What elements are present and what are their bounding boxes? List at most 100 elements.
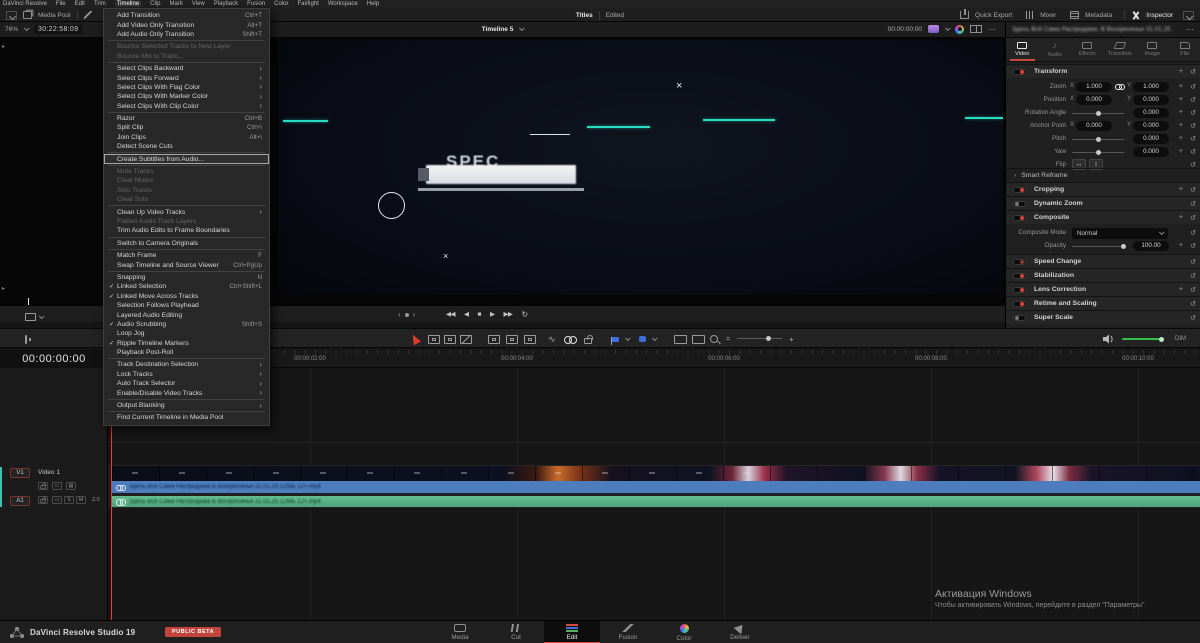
menu-item[interactable]: ✓ Swap Timeline and Source Viewer Ctrl+P… xyxy=(104,260,269,269)
menubar-item[interactable]: Mark xyxy=(170,1,183,7)
trim-edit-mode-button[interactable] xyxy=(428,333,440,345)
menu-item[interactable]: ✓ Select Clips With Flag Color › xyxy=(104,83,269,92)
layout-chevron-icon[interactable] xyxy=(1183,10,1194,20)
page-tab[interactable]: Deliver xyxy=(712,621,768,643)
anchor-x-field[interactable]: 0.000 xyxy=(1076,120,1112,131)
reset-icon[interactable]: ↺ xyxy=(1190,109,1196,117)
reset-icon[interactable]: ↺ xyxy=(1190,272,1196,280)
zoom-plus-button[interactable]: + xyxy=(789,333,794,345)
flag-color-chevron[interactable] xyxy=(624,333,631,345)
menu-item[interactable]: ✓ Add Video Only Transition Alt+T › xyxy=(104,20,269,29)
loop-button[interactable]: ↻ xyxy=(521,306,528,323)
reset-icon[interactable]: ↺ xyxy=(1190,242,1196,250)
page-tab[interactable]: Fusion xyxy=(600,621,656,643)
edge-toggle-icon[interactable]: ▸ xyxy=(2,44,5,50)
inspector-section[interactable]: Cropping + ↺ xyxy=(1006,182,1200,196)
menu-item[interactable]: ✓ Flatten Audio Track Layers › xyxy=(104,217,269,226)
slider-knob[interactable] xyxy=(1096,150,1101,155)
page-tab[interactable]: Color xyxy=(656,621,712,643)
position-lock-button[interactable] xyxy=(584,333,593,345)
menu-item[interactable]: ✓ Select Clips Forward › xyxy=(104,73,269,82)
menubar-item[interactable]: View xyxy=(192,1,205,7)
section-toggle[interactable] xyxy=(1013,186,1026,193)
linked-selection-button[interactable] xyxy=(564,333,577,345)
menu-item[interactable]: ✓ Lock Tracks › xyxy=(104,370,269,379)
menu-item[interactable]: ✓ Select Clips With Clip Color › xyxy=(104,102,269,111)
titles-tab[interactable]: Titles xyxy=(576,12,593,19)
keyframe-button[interactable]: + xyxy=(1179,122,1183,129)
menu-item[interactable]: ✓ Select Clips Backward › xyxy=(104,64,269,73)
video-clip[interactable]: Здесь Всё Сама Распродажа В Воскресенье … xyxy=(112,481,1200,493)
tab-image[interactable]: Image xyxy=(1136,38,1169,61)
monitor-volume-button[interactable] xyxy=(1102,333,1114,345)
keyframe-button[interactable]: + xyxy=(1179,83,1183,90)
v1-auto-select-button[interactable]: ▭ xyxy=(52,482,62,490)
selection-tool-button[interactable] xyxy=(409,332,421,346)
keyframe-button[interactable]: + xyxy=(1179,68,1183,75)
zoom-minus-button[interactable]: = xyxy=(726,333,730,345)
anchor-y-field[interactable]: 0.000 xyxy=(1133,120,1169,131)
menu-item[interactable]: ✓ Find Current Timeline in Media Pool › xyxy=(104,413,269,422)
clip-source-icon[interactable] xyxy=(928,25,939,33)
menubar-item[interactable]: Workspace xyxy=(328,1,358,7)
a1-destination-button[interactable]: A1 xyxy=(10,496,30,506)
section-toggle[interactable] xyxy=(1013,272,1026,279)
mixer-button[interactable]: Mixer xyxy=(1040,12,1056,19)
menubar-item[interactable]: File xyxy=(56,1,66,7)
gutter-slider-handle[interactable] xyxy=(28,298,29,305)
rotation-slider[interactable] xyxy=(1072,111,1124,116)
menubar-item[interactable]: Timeline xyxy=(114,1,142,7)
reset-icon[interactable]: ↺ xyxy=(1190,148,1196,156)
menubar-item[interactable]: Playback xyxy=(214,1,238,7)
go-to-start-button[interactable]: ◀◀ xyxy=(446,306,456,323)
a1-auto-select-button[interactable]: ▭ xyxy=(52,496,62,504)
menu-item[interactable]: ✓ Create Subtitles from Audio... › xyxy=(104,154,269,164)
reset-icon[interactable]: ↺ xyxy=(1190,314,1196,322)
menu-item[interactable]: ✓ Select Clips With Marker Color › xyxy=(104,92,269,101)
inspector-section[interactable]: Super Scale + ↺ xyxy=(1006,310,1200,324)
opacity-slider[interactable] xyxy=(1072,244,1126,249)
menu-item[interactable]: ✓ Selection Follows Playhead › xyxy=(104,301,269,310)
rotation-field[interactable]: 0.000 xyxy=(1133,107,1169,118)
menu-item[interactable]: ✓ Clear Mutes › xyxy=(104,176,269,185)
zoom-y-field[interactable]: 1.000 xyxy=(1133,81,1169,92)
menubar-item[interactable]: Color xyxy=(274,1,288,7)
media-pool-button[interactable]: Media Pool xyxy=(38,12,71,19)
menu-item[interactable]: ✓ Bounce Mix to Track... › xyxy=(104,52,269,61)
slider-knob[interactable] xyxy=(1159,336,1164,342)
menu-item[interactable]: ✓ Enable/Disable Video Tracks › xyxy=(104,388,269,397)
menubar-item[interactable]: Edit xyxy=(75,1,85,7)
tab-audio[interactable]: ♪ Audio xyxy=(1039,38,1072,61)
menu-item[interactable]: ✓ Trim Audio Edits to Frame Boundaries › xyxy=(104,226,269,235)
inspector-section[interactable]: Lens Correction + ↺ xyxy=(1006,282,1200,296)
section-toggle[interactable] xyxy=(1013,200,1026,207)
menubar-item[interactable]: DaVinci Resolve xyxy=(3,1,47,7)
menubar-item[interactable]: Fusion xyxy=(247,1,265,7)
play-button[interactable]: ▶ xyxy=(490,306,495,323)
reset-icon[interactable]: ↺ xyxy=(1190,96,1196,104)
slider-knob[interactable] xyxy=(1096,111,1101,116)
menu-item[interactable]: ✓ Mute Tracks › xyxy=(104,167,269,176)
reset-icon[interactable]: ↺ xyxy=(1190,186,1196,194)
menu-item[interactable]: ✓ Output Blanking › xyxy=(104,401,269,410)
slider-knob[interactable] xyxy=(1121,244,1126,249)
a1-lock-button[interactable] xyxy=(38,496,48,504)
page-tab[interactable]: Cut xyxy=(488,621,544,643)
smart-reframe-section[interactable]: › Smart Reframe xyxy=(1006,168,1200,181)
keyframe-button[interactable]: + xyxy=(1179,214,1183,221)
menubar-item[interactable]: Trim xyxy=(94,1,106,7)
v1-enable-button[interactable]: ▤ xyxy=(66,482,76,490)
menu-item[interactable]: ✓ Audio Scrubbing Shift+S › xyxy=(104,320,269,329)
link-xy-icon[interactable] xyxy=(1115,83,1125,90)
go-to-end-button[interactable]: ▶▶ xyxy=(503,306,513,323)
edited-tab[interactable]: Edited xyxy=(606,12,624,19)
viewer-zoom-select[interactable]: 76% xyxy=(5,26,18,33)
tab-effects[interactable]: Effects xyxy=(1071,38,1104,61)
tab-video[interactable]: Video xyxy=(1006,38,1039,61)
reset-icon[interactable]: ↺ xyxy=(1190,122,1196,130)
menu-item[interactable]: ✓ Bounce Selected Tracks to New Layer › xyxy=(104,42,269,51)
menu-item[interactable]: ✓ Razor Ctrl+B › xyxy=(104,114,269,123)
inspector-button[interactable]: Inspector xyxy=(1146,12,1173,19)
timeline-ruler[interactable]: 00:00:02:00 00:00:04:00 00:00:06:00 00:0… xyxy=(108,350,1200,368)
timeline-view-options[interactable] xyxy=(25,313,45,321)
